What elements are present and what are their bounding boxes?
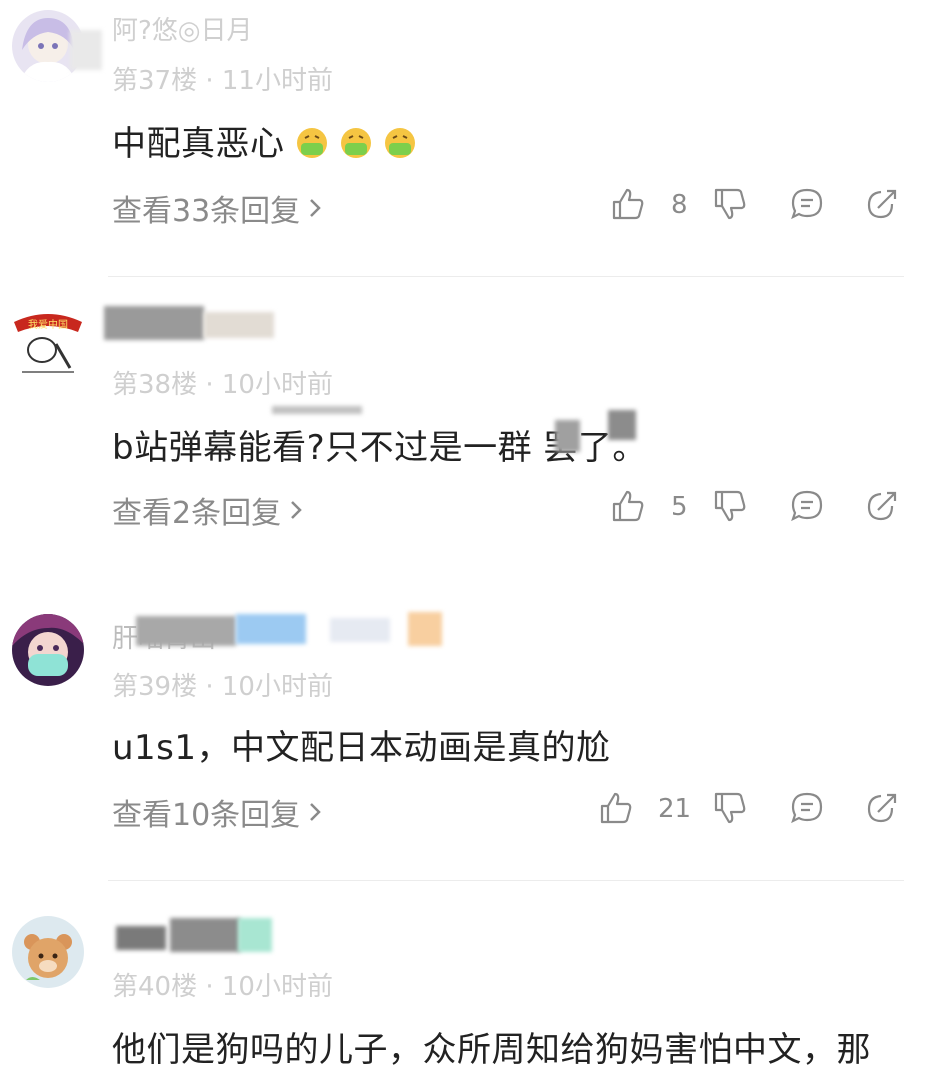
username-redaction: [408, 612, 442, 646]
content-redaction: [555, 420, 580, 452]
username-redaction: [204, 312, 274, 338]
dislike-icon[interactable]: [712, 488, 748, 524]
avatar[interactable]: [12, 614, 84, 686]
comment-text[interactable]: u1s1，中文配日本动画是真的尬: [112, 720, 611, 769]
floor-timestamp: 第39楼 · 10小时前: [112, 672, 333, 702]
username[interactable]: 阿?悠◎日月: [112, 10, 253, 47]
view-replies-label: 查看33条回复: [112, 194, 301, 229]
avatar[interactable]: [12, 916, 84, 988]
avatar[interactable]: 我爱中国: [12, 304, 84, 376]
view-replies-link[interactable]: 查看10条回复: [112, 790, 322, 834]
comment-text-body: 中配真恶心: [112, 124, 285, 164]
vomit-emoji-icon: [295, 126, 329, 160]
username-redaction: [104, 306, 204, 340]
username-redaction: [236, 614, 306, 644]
chevron-right-icon: [310, 803, 321, 821]
like-icon[interactable]: [610, 186, 646, 222]
reply-icon[interactable]: [789, 488, 825, 524]
divider: [108, 276, 904, 277]
content-redaction: [272, 406, 362, 414]
username-redaction: [170, 918, 240, 952]
vomit-emoji-icon: [339, 126, 373, 160]
divider: [108, 880, 904, 881]
view-replies-link[interactable]: 查看2条回复: [112, 488, 303, 532]
view-replies-link[interactable]: 查看33条回复: [112, 186, 322, 230]
like-icon[interactable]: [598, 790, 634, 826]
vomit-emoji-icon: [383, 126, 417, 160]
username-redaction: [330, 618, 390, 642]
floor-timestamp: 第38楼 · 10小时前: [112, 370, 333, 400]
chevron-right-icon: [291, 501, 302, 519]
username-redaction: [136, 616, 236, 646]
comment-text[interactable]: 他们是狗吗的儿子，众所周知给狗妈害怕中文，那: [112, 1022, 871, 1071]
content-redaction: [608, 410, 636, 440]
share-icon[interactable]: [864, 186, 900, 222]
like-icon[interactable]: [610, 488, 646, 524]
like-count: 8: [671, 190, 688, 220]
reply-icon[interactable]: [789, 186, 825, 222]
floor-timestamp: 第40楼 · 10小时前: [112, 972, 333, 1002]
reply-icon[interactable]: [789, 790, 825, 826]
view-replies-label: 查看2条回复: [112, 496, 282, 531]
dislike-icon[interactable]: [712, 186, 748, 222]
view-replies-label: 查看10条回复: [112, 798, 301, 833]
username-redaction: [116, 926, 166, 950]
floor-timestamp: 第37楼 · 11小时前: [112, 66, 333, 96]
svg-text:我爱中国: 我爱中国: [28, 318, 68, 331]
dislike-icon[interactable]: [712, 790, 748, 826]
share-icon[interactable]: [864, 488, 900, 524]
share-icon[interactable]: [864, 790, 900, 826]
comment-text[interactable]: 中配真恶心: [112, 116, 417, 165]
username-redaction: [238, 918, 272, 952]
like-count: 21: [658, 794, 692, 824]
chevron-right-icon: [310, 199, 321, 217]
username-redaction: [70, 30, 102, 70]
like-count: 5: [671, 492, 688, 522]
